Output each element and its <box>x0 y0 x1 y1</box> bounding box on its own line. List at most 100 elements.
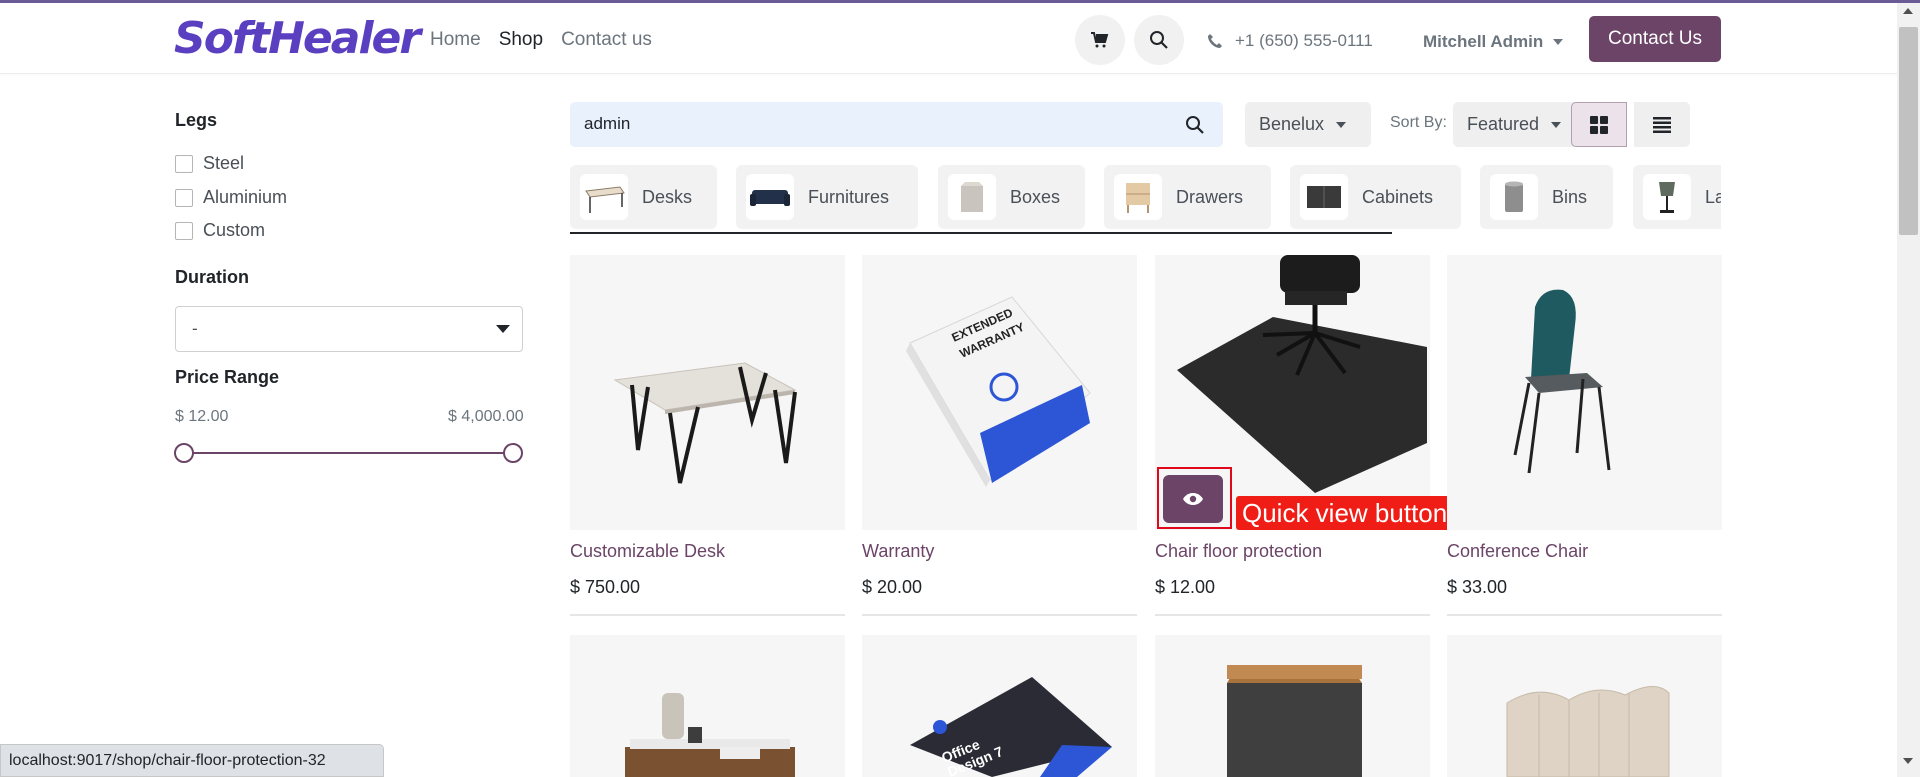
sort-by-label: Sort By: <box>1390 114 1447 131</box>
list-view-button[interactable] <box>1634 102 1690 147</box>
product-image-warranty[interactable]: EXTENDED WARRANTY <box>862 255 1137 530</box>
desk-thumbnail <box>580 174 628 220</box>
product-search-input[interactable] <box>570 102 1223 147</box>
product-image-drawer-black[interactable] <box>1155 635 1430 777</box>
phone-icon <box>1208 34 1222 48</box>
category-desks[interactable]: Desks <box>570 165 717 229</box>
scroll-down-icon[interactable] <box>1903 758 1913 764</box>
site-logo[interactable]: SoftHealer <box>174 15 421 63</box>
search-icon <box>1150 31 1168 49</box>
pricelist-value: Benelux <box>1259 114 1325 134</box>
product-image-office-design[interactable]: Office Design 7 <box>862 635 1137 777</box>
filter-option-label: Custom <box>203 220 266 240</box>
product-image-room-divider[interactable] <box>1447 635 1722 777</box>
category-boxes[interactable]: Boxes <box>938 165 1085 229</box>
price-min-label: $ 12.00 <box>175 408 229 425</box>
product-price: $ 12.00 <box>1155 577 1216 597</box>
filter-option-aluminium[interactable]: Aluminium <box>175 187 287 208</box>
product-name[interactable]: Chair floor protection <box>1155 541 1322 562</box>
category-label: Cabinets <box>1362 186 1434 207</box>
card-divider <box>570 614 845 616</box>
product-price: $ 750.00 <box>570 577 641 597</box>
category-lamps[interactable]: Lamps <box>1633 165 1721 229</box>
product-image-office-desk[interactable] <box>570 635 845 777</box>
sort-value: Featured <box>1467 114 1540 134</box>
grid-view-button[interactable] <box>1571 102 1627 147</box>
sort-dropdown[interactable]: Featured <box>1453 102 1587 147</box>
nav-shop[interactable]: Shop <box>499 29 543 51</box>
category-label: Furnitures <box>808 186 890 207</box>
category-label: Boxes <box>1010 186 1061 207</box>
drawer-thumbnail <box>1114 174 1162 220</box>
filter-option-label: Aluminium <box>203 187 288 207</box>
category-label: Desks <box>642 186 693 207</box>
category-furnitures[interactable]: Furnitures <box>736 165 918 229</box>
product-price: $ 33.00 <box>1447 577 1508 597</box>
user-menu[interactable]: Mitchell Admin <box>1423 32 1564 52</box>
category-cabinets[interactable]: Cabinets <box>1290 165 1461 229</box>
cart-button[interactable] <box>1075 15 1125 65</box>
checkbox[interactable] <box>175 154 193 173</box>
quick-view-button[interactable] <box>1163 475 1223 523</box>
cart-icon <box>1091 32 1109 48</box>
chevron-down-icon <box>1553 39 1564 45</box>
pricelist-dropdown[interactable]: Benelux <box>1245 102 1371 147</box>
browser-status-url: localhost:9017/shop/chair-floor-protecti… <box>0 744 384 777</box>
sofa-thumbnail <box>746 174 794 220</box>
chevron-down-icon <box>1551 121 1562 128</box>
scroll-up-icon[interactable] <box>1903 8 1913 14</box>
phone-link[interactable]: +1 (650) 555-0111 <box>1207 31 1373 51</box>
box-thumbnail <box>948 174 996 220</box>
category-bins[interactable]: Bins <box>1480 165 1613 229</box>
category-label: Bins <box>1552 186 1588 207</box>
product-name[interactable]: Warranty <box>862 541 934 562</box>
product-name[interactable]: Conference Chair <box>1447 541 1588 562</box>
grid-icon <box>1590 115 1608 134</box>
price-range-title: Price Range <box>175 367 280 387</box>
duration-select[interactable]: - <box>175 306 523 352</box>
filter-option-steel[interactable]: Steel <box>175 153 244 174</box>
search-icon <box>1185 115 1204 134</box>
duration-filter-title: Duration <box>175 267 249 287</box>
product-image-conference-chair[interactable] <box>1447 255 1722 530</box>
bin-thumbnail <box>1490 174 1538 220</box>
cabinet-thumbnail <box>1300 174 1348 220</box>
eye-icon <box>1183 493 1203 505</box>
phone-number: +1 (650) 555-0111 <box>1235 31 1373 50</box>
card-divider <box>1155 614 1430 616</box>
category-scroll-indicator <box>570 232 1392 234</box>
category-label: Lamps <box>1705 186 1721 207</box>
contact-us-button[interactable]: Contact Us <box>1589 16 1721 62</box>
price-slider-track[interactable] <box>184 452 514 454</box>
card-divider <box>862 614 1137 616</box>
lamp-thumbnail <box>1643 174 1691 220</box>
quick-view-annotation: Quick view button <box>1236 496 1454 530</box>
filter-option-label: Steel <box>203 153 245 173</box>
main-nav: Home Shop Contact us <box>430 29 652 51</box>
checkbox[interactable] <box>175 221 193 240</box>
site-header: SoftHealer Home Shop Contact us +1 (650)… <box>0 3 1897 74</box>
product-search-button[interactable] <box>1166 102 1223 147</box>
chevron-down-icon <box>1336 121 1347 128</box>
product-name[interactable]: Customizable Desk <box>570 541 725 562</box>
list-icon <box>1653 116 1671 133</box>
header-search-button[interactable] <box>1134 15 1184 65</box>
category-drawers[interactable]: Drawers <box>1104 165 1271 229</box>
product-image-customizable-desk[interactable] <box>570 255 845 530</box>
legs-filter-title: Legs <box>175 110 218 130</box>
product-search-value[interactable]: admin <box>584 114 630 134</box>
filter-option-custom[interactable]: Custom <box>175 220 265 241</box>
price-slider-min-handle[interactable] <box>174 443 194 463</box>
category-label: Drawers <box>1176 186 1244 207</box>
product-price: $ 20.00 <box>862 577 923 597</box>
checkbox[interactable] <box>175 188 193 207</box>
nav-contact-us[interactable]: Contact us <box>561 29 652 51</box>
chevron-down-icon <box>496 325 510 333</box>
category-strip: Desks Furnitures Boxes Drawers Cabinets … <box>570 165 1721 230</box>
price-slider-max-handle[interactable] <box>503 443 523 463</box>
nav-home[interactable]: Home <box>430 29 481 51</box>
duration-value: - <box>192 319 198 338</box>
price-max-label: $ 4,000.00 <box>448 408 524 425</box>
scrollbar-thumb[interactable] <box>1899 27 1918 235</box>
user-name: Mitchell Admin <box>1423 32 1544 51</box>
